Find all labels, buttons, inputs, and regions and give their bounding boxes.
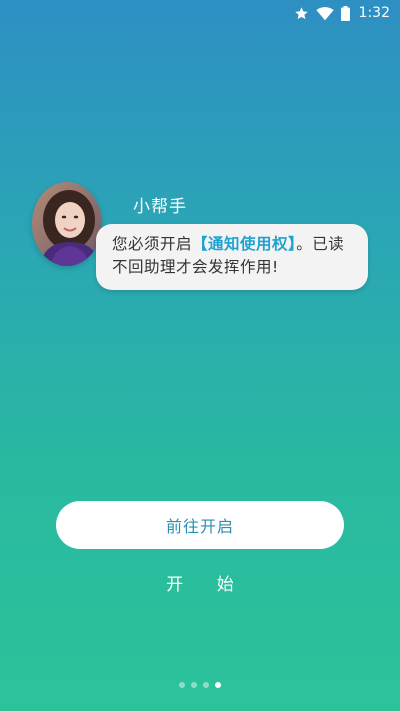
page-indicator bbox=[0, 682, 400, 688]
status-time: 1:32 bbox=[358, 5, 390, 21]
battery-icon bbox=[340, 5, 350, 21]
wifi-icon bbox=[315, 6, 334, 21]
assistant-name: 小帮手 bbox=[133, 197, 187, 217]
message-bubble: 您必须开启【通知使用权】。已读不回助理才会发挥作用! bbox=[96, 224, 368, 290]
welcome-screen: 1:32 小帮手 您必须开启【通知使用权】。已读不回助理才会发挥作用! 前往开启… bbox=[0, 0, 400, 711]
message-prefix: 您必须开启 bbox=[112, 235, 193, 253]
page-dot-1 bbox=[179, 682, 185, 688]
page-dot-4 bbox=[215, 682, 221, 688]
avatar bbox=[32, 182, 102, 266]
page-dot-2 bbox=[191, 682, 197, 688]
message-highlight: 【通知使用权】 bbox=[192, 235, 297, 253]
start-button[interactable]: 开 始 bbox=[0, 570, 400, 595]
status-bar: 1:32 bbox=[0, 0, 400, 26]
page-dot-3 bbox=[203, 682, 209, 688]
star-icon bbox=[294, 6, 309, 21]
go-enable-button[interactable]: 前往开启 bbox=[56, 501, 344, 549]
status-bar-right: 1:32 bbox=[294, 3, 390, 23]
